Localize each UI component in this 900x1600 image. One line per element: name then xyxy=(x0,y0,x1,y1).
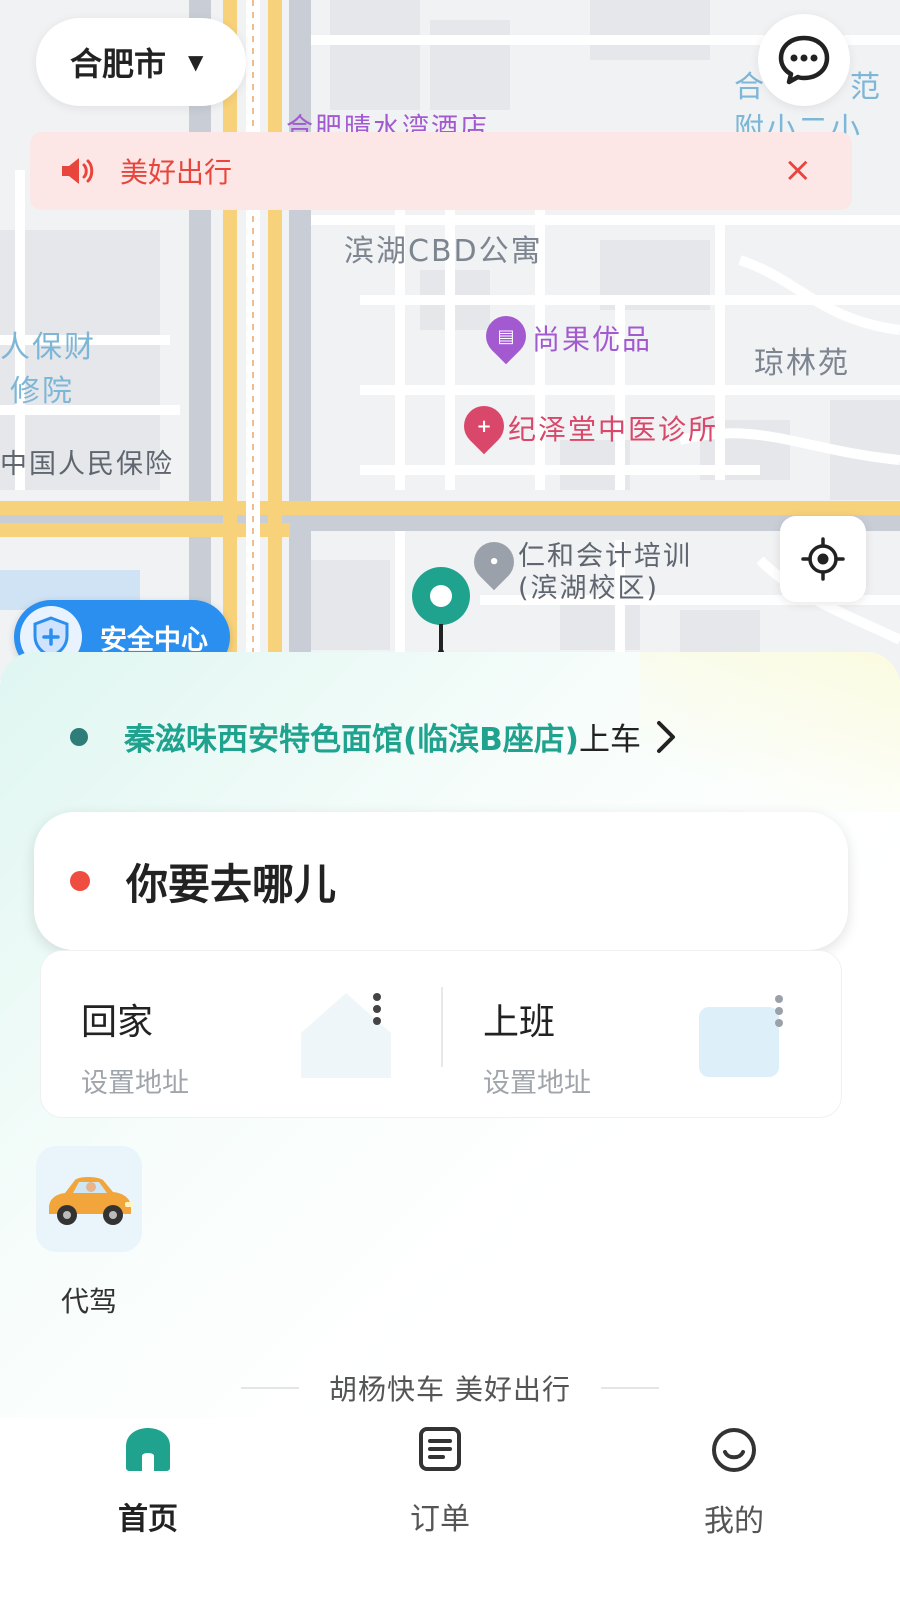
destination-prompt: 你要去哪儿 xyxy=(126,859,337,909)
pickup-dot-icon xyxy=(70,727,88,746)
crosshair-icon xyxy=(801,537,845,581)
map-label-garden[interactable]: 琼林苑 xyxy=(754,338,850,382)
safety-center-label: 安全中心 xyxy=(100,624,208,656)
pickup-suffix: 上车 xyxy=(578,722,641,758)
city-name: 合肥市 xyxy=(70,45,167,83)
pickup-place-name: 秦滋味西安特色面馆(临滨B座店) xyxy=(124,722,579,758)
quick-address-card: 回家 设置地址 上班 设置地址 xyxy=(40,950,842,1118)
chat-bubble-icon xyxy=(778,35,830,85)
notice-banner[interactable]: 美好出行 × xyxy=(30,132,852,210)
car-icon xyxy=(36,1146,142,1252)
tab-home[interactable]: 首页 xyxy=(68,1426,228,1538)
service-designated-driver[interactable]: 代驾 xyxy=(36,1146,142,1320)
work-title: 上班 xyxy=(483,1002,556,1043)
destination-dot-icon xyxy=(70,871,90,891)
destination-input[interactable]: 你要去哪儿 xyxy=(34,812,848,950)
more-vertical-icon[interactable] xyxy=(371,991,383,1027)
slogan-row: 胡杨快车 美好出行 xyxy=(0,1368,900,1408)
tab-orders-label: 订单 xyxy=(410,1502,470,1537)
map-label-insurance-c[interactable]: 中国人民保险 xyxy=(0,442,174,481)
speaker-icon xyxy=(62,158,94,184)
slogan-text: 胡杨快车 美好出行 xyxy=(329,1373,571,1406)
map-label-shop[interactable]: 尚果优品 xyxy=(532,318,652,358)
city-selector[interactable]: 合肥市 ▼ xyxy=(36,18,246,106)
map-label-insurance-b[interactable]: 修院 xyxy=(10,366,74,410)
bottom-tab-bar: 首页 订单 我的 xyxy=(0,1418,900,1600)
slogan-divider xyxy=(241,1387,300,1389)
work-shortcut[interactable]: 上班 设置地址 xyxy=(443,951,843,1119)
map-label-apartment[interactable]: 滨湖CBD公寓 xyxy=(344,226,543,270)
document-list-icon xyxy=(419,1427,461,1471)
notice-text: 美好出行 xyxy=(120,156,233,189)
tab-orders[interactable]: 订单 xyxy=(360,1426,520,1538)
tab-home-label: 首页 xyxy=(118,1502,178,1537)
home-title: 回家 xyxy=(81,1002,154,1043)
map-label-school-c[interactable]: 范 xyxy=(850,62,882,106)
service-label: 代驾 xyxy=(60,1285,117,1318)
pickup-location-row[interactable]: 秦滋味西安特色面馆(临滨B座店) 上车 xyxy=(70,714,677,759)
home-subtitle: 设置地址 xyxy=(81,1068,189,1099)
map-label-training-b[interactable]: (滨湖校区) xyxy=(518,566,659,605)
caret-down-icon: ▼ xyxy=(188,50,204,74)
tab-mine-label: 我的 xyxy=(704,1504,764,1539)
message-button[interactable] xyxy=(758,14,850,106)
tab-mine[interactable]: 我的 xyxy=(654,1426,814,1540)
map-label-clinic[interactable]: 纪泽堂中医诊所 xyxy=(508,408,718,448)
pickup-location-pin-icon xyxy=(412,567,470,655)
map-label-insurance-a[interactable]: 人保财 xyxy=(0,322,96,366)
home-icon xyxy=(126,1428,170,1471)
slogan-divider xyxy=(600,1387,659,1389)
more-vertical-icon[interactable] xyxy=(773,993,785,1029)
work-subtitle: 设置地址 xyxy=(483,1068,591,1099)
locate-button[interactable] xyxy=(780,516,866,602)
house-illustration-icon xyxy=(301,993,391,1078)
close-icon[interactable]: × xyxy=(784,152,813,188)
chevron-right-icon xyxy=(656,720,675,753)
smile-face-icon xyxy=(712,1428,756,1472)
home-shortcut[interactable]: 回家 设置地址 xyxy=(41,951,441,1119)
